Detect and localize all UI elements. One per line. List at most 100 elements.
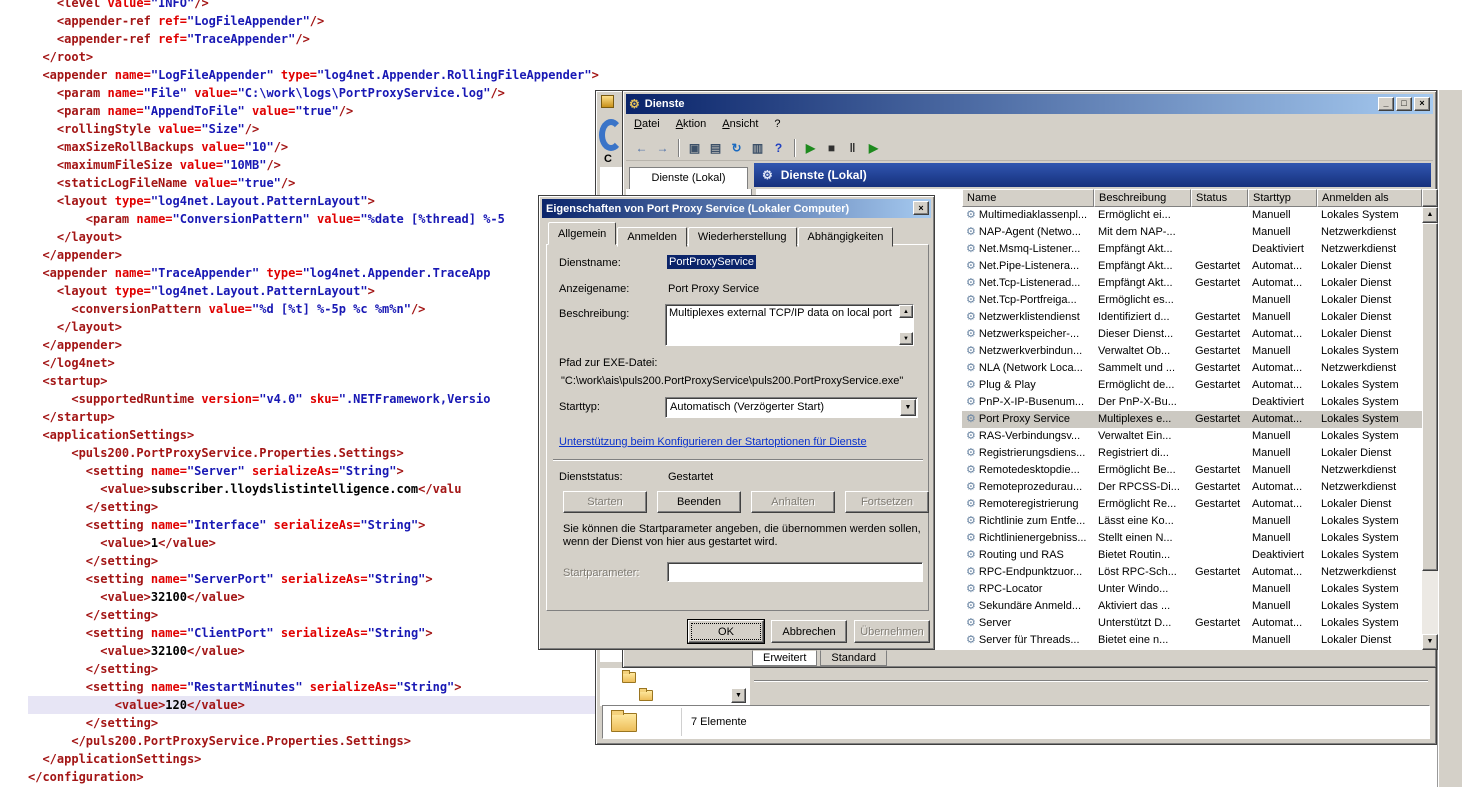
service-row[interactable]: ⚙Richtlinie zum Entfe...Lässt eine Ko...…: [962, 513, 1422, 530]
tab-anmelden[interactable]: Anmelden: [617, 227, 687, 247]
service-row[interactable]: ⚙NetzwerklistendienstIdentifiziert d...G…: [962, 309, 1422, 326]
folder-icon[interactable]: [622, 672, 636, 683]
dialog-close-button[interactable]: ×: [913, 201, 929, 215]
service-row[interactable]: ⚙Net.Tcp-Listenerad...Empfängt Akt...Ges…: [962, 275, 1422, 292]
service-gear-icon: ⚙: [966, 260, 976, 272]
folder-icon[interactable]: [639, 690, 653, 701]
code-line: <level value="INFO"/>: [28, 0, 1428, 12]
service-gear-icon: ⚙: [966, 583, 976, 595]
start-service-icon[interactable]: ▶: [801, 138, 820, 157]
service-row[interactable]: ⚙Richtlinienergebniss...Stellt einen N..…: [962, 530, 1422, 547]
anzeigename-value[interactable]: Port Proxy Service: [668, 283, 759, 295]
dienstname-value[interactable]: PortProxyService: [667, 255, 756, 269]
starttyp-combobox[interactable]: Automatisch (Verzögerter Start) ▼: [665, 397, 918, 418]
services-titlebar[interactable]: ⚙ Dienste _□×: [626, 94, 1433, 114]
dienststatus-value: Gestartet: [668, 471, 713, 483]
show-console-tree-icon[interactable]: ▣: [685, 138, 704, 157]
service-row[interactable]: ⚙Multimediaklassenpl...Ermöglicht ei...M…: [962, 207, 1422, 224]
tab-wiederherstellung[interactable]: Wiederherstellung: [688, 227, 797, 247]
service-row[interactable]: ⚙Server für Threads...Bietet eine n...Ma…: [962, 632, 1422, 649]
restart-service-icon[interactable]: ▶: [864, 138, 883, 157]
minimize-button[interactable]: _: [1378, 97, 1394, 111]
service-row[interactable]: ⚙RPC-LocatorUnter Windo...ManuellLokales…: [962, 581, 1422, 598]
blue-curve-fragment: [599, 119, 623, 151]
anhalten-button[interactable]: Anhalten: [751, 491, 835, 513]
export-icon[interactable]: ▤: [706, 138, 725, 157]
dialog-titlebar[interactable]: Eigenschaften von Port Proxy Service (Lo…: [542, 199, 931, 218]
uebernehmen-button[interactable]: Übernehmen: [854, 620, 930, 643]
service-row[interactable]: ⚙RAS-Verbindungsv...Verwaltet Ein...Manu…: [962, 428, 1422, 445]
scroll-thumb[interactable]: [1422, 223, 1438, 571]
service-gear-icon: ⚙: [966, 634, 976, 646]
menu-item-ansicht[interactable]: Ansicht: [714, 114, 766, 133]
forward-icon[interactable]: →: [653, 138, 672, 157]
menu-item-aktion[interactable]: Aktion: [668, 114, 715, 133]
tab-abhngigkeiten[interactable]: Abhängigkeiten: [798, 227, 894, 247]
service-row[interactable]: ⚙Net.Msmq-Listener...Empfängt Akt...Deak…: [962, 241, 1422, 258]
refresh-icon[interactable]: ↻: [727, 138, 746, 157]
startoptions-help-link[interactable]: Unterstützung beim Konfigurieren der Sta…: [559, 436, 867, 448]
scroll-up-button[interactable]: ▲: [1422, 207, 1438, 223]
fortsetzen-button[interactable]: Fortsetzen: [845, 491, 929, 513]
service-row[interactable]: ⚙NLA (Network Loca...Sammelt und ...Gest…: [962, 360, 1422, 377]
menu-item-help[interactable]: ?: [766, 114, 788, 133]
service-row[interactable]: ⚙Plug & PlayErmöglicht de...GestartetAut…: [962, 377, 1422, 394]
column-header-status[interactable]: Status: [1191, 189, 1248, 207]
service-row[interactable]: ⚙Routing und RASBietet Routin...Deaktivi…: [962, 547, 1422, 564]
service-row[interactable]: ⚙Net.Pipe-Listenera...Empfängt Akt...Ges…: [962, 258, 1422, 275]
maximize-button[interactable]: □: [1396, 97, 1412, 111]
service-gear-icon: ⚙: [966, 277, 976, 289]
service-row[interactable]: ⚙RemoteregistrierungErmöglicht Re...Gest…: [962, 496, 1422, 513]
services-scrollbar[interactable]: ▲ ▼: [1422, 189, 1438, 650]
service-row[interactable]: ⚙Registrierungsdiens...Registriert di...…: [962, 445, 1422, 462]
service-row[interactable]: ⚙Netzwerkspeicher-...Dieser Dienst...Ges…: [962, 326, 1422, 343]
beenden-button[interactable]: Beenden: [657, 491, 741, 513]
ok-button[interactable]: OK: [688, 620, 764, 643]
column-header-beschreibung[interactable]: Beschreibung: [1094, 189, 1191, 207]
status-text: 7 Elemente: [691, 716, 747, 728]
startparameter-input[interactable]: [667, 562, 923, 582]
service-row[interactable]: ⚙Remotedesktopdie...Ermöglicht Be...Gest…: [962, 462, 1422, 479]
menu-item-datei[interactable]: Datei: [626, 114, 668, 133]
help-icon[interactable]: ?: [769, 138, 788, 157]
service-row[interactable]: ⚙Port Proxy ServiceMultiplexes e...Gesta…: [962, 411, 1422, 428]
service-row[interactable]: ⚙Sekundäre Anmeld...Aktiviert das ...Man…: [962, 598, 1422, 615]
pause-service-icon[interactable]: ‖: [843, 138, 862, 157]
service-row[interactable]: ⚙RPC-Endpunktzuor...Löst RPC-Sch...Gesta…: [962, 564, 1422, 581]
service-row[interactable]: ⚙NAP-Agent (Netwo...Mit dem NAP-...Manue…: [962, 224, 1422, 241]
bottom-tabs-strip: ErweitertStandard: [626, 650, 1435, 666]
background-window-strip: [1437, 90, 1462, 787]
properties-dialog[interactable]: Eigenschaften von Port Proxy Service (Lo…: [538, 195, 935, 650]
starten-button[interactable]: Starten: [563, 491, 647, 513]
view-tab-erweitert[interactable]: Erweitert: [752, 650, 817, 666]
service-gear-icon: ⚙: [966, 600, 976, 612]
service-row[interactable]: ⚙Remoteprozedurau...Der RPCSS-Di...Gesta…: [962, 479, 1422, 496]
pane-header: ⚙ Dienste (Lokal): [754, 163, 1431, 187]
description-scroll-up-button[interactable]: ▲: [899, 305, 913, 318]
service-row[interactable]: ⚙ServerUnterstützt D...GestartetAutomat.…: [962, 615, 1422, 632]
view-tab-standard[interactable]: Standard: [820, 650, 887, 666]
combo-dropdown-button[interactable]: ▼: [731, 688, 746, 703]
code-line: </configuration>: [28, 768, 1428, 786]
services-list-header: NameBeschreibungStatusStarttypAnmelden a…: [962, 189, 1422, 207]
dialog-tabs: AllgemeinAnmeldenWiederherstellungAbhäng…: [548, 222, 894, 245]
service-row[interactable]: ⚙Net.Tcp-Portfreiga...Ermöglicht es...Ma…: [962, 292, 1422, 309]
column-header-name[interactable]: Name: [962, 189, 1094, 207]
close-button[interactable]: ×: [1414, 97, 1430, 111]
explorer-divider: [754, 680, 1428, 682]
service-row[interactable]: ⚙Netzwerkverbindun...Verwaltet Ob...Gest…: [962, 343, 1422, 360]
column-header-anmeldenals[interactable]: Anmelden als: [1317, 189, 1422, 207]
starttyp-dropdown-button[interactable]: ▼: [900, 399, 916, 416]
export-list-icon[interactable]: ▥: [748, 138, 767, 157]
abbrechen-button[interactable]: Abbrechen: [771, 620, 847, 643]
back-icon[interactable]: ←: [632, 138, 651, 157]
startparameter-label: Startparameter:: [563, 567, 639, 579]
scroll-down-button[interactable]: ▼: [1422, 634, 1438, 650]
tab-allgemein[interactable]: Allgemein: [548, 222, 616, 245]
beschreibung-box[interactable]: Multiplexes external TCP/IP data on loca…: [665, 304, 914, 346]
column-header-starttyp[interactable]: Starttyp: [1248, 189, 1317, 207]
stop-service-icon[interactable]: ■: [822, 138, 841, 157]
description-scroll-down-button[interactable]: ▼: [899, 332, 913, 345]
service-row[interactable]: ⚙PnP-X-IP-Busenum...Der PnP-X-Bu...Deakt…: [962, 394, 1422, 411]
console-tab[interactable]: Dienste (Lokal): [629, 167, 748, 189]
